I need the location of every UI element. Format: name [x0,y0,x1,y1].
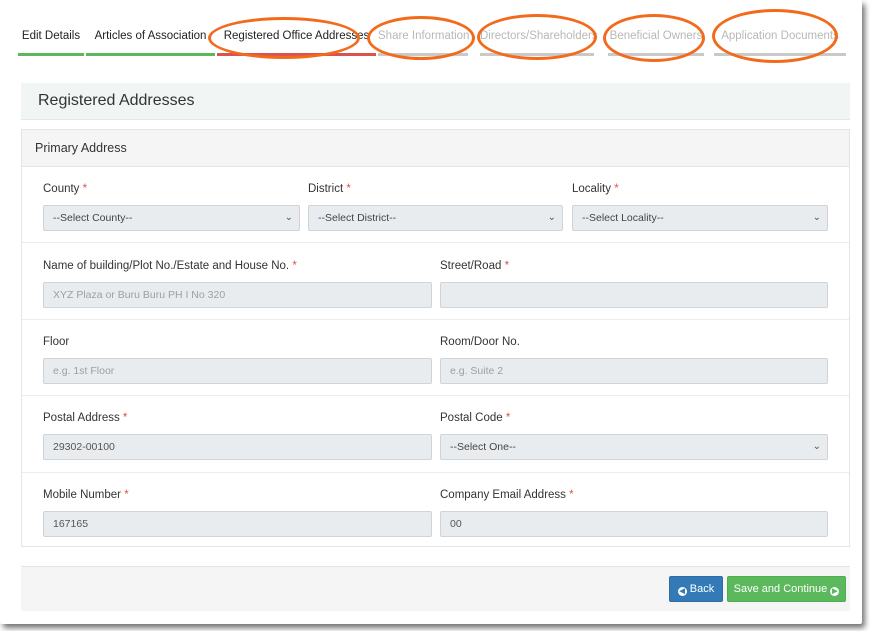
form-footer: ◀ Back Save and Continue ▶ [21,566,850,611]
building-field: Name of building/Plot No./Estate and Hou… [43,258,432,308]
email-input[interactable]: 00 [440,511,828,537]
wizard-tabs: Edit Details Articles of Association Reg… [18,22,850,56]
required-marker: * [346,183,351,195]
county-label: County [43,183,80,195]
room-field: Room/Door No. e.g. Suite 2 [440,334,828,384]
chevron-down-icon: ⌄ [812,212,821,223]
form-row: Mobile Number * 167165 Company Email Add… [22,472,849,546]
county-select[interactable]: --Select County-- ⌄ [43,205,300,231]
required-marker: * [504,260,510,272]
floor-label: Floor [43,336,70,348]
required-marker: * [122,412,128,424]
mobile-input[interactable]: 167165 [43,511,432,537]
arrow-circle-left-icon: ◀ [677,587,687,596]
room-input[interactable]: e.g. Suite 2 [440,358,828,384]
required-marker: * [614,183,619,195]
district-field: District * --Select District-- ⌄ [308,181,563,231]
form-row: Floor e.g. 1st Floor Room/Door No. e.g. … [22,319,849,396]
postal-code-label: Postal Code [440,412,503,424]
floor-input[interactable]: e.g. 1st Floor [43,358,432,384]
postal-address-input[interactable]: 29302-00100 [43,434,432,460]
floor-field: Floor e.g. 1st Floor [43,334,432,384]
postal-code-value: --Select One-- [450,441,516,453]
locality-field: Locality * --Select Locality-- ⌄ [572,181,828,231]
district-label: District [308,183,344,195]
building-label: Name of building/Plot No./Estate and Hou… [43,260,290,272]
email-label: Company Email Address [440,489,566,501]
locality-value: --Select Locality-- [582,212,664,224]
district-value: --Select District-- [318,212,397,224]
arrow-circle-right-icon: ▶ [830,587,840,596]
tab-beneficial-owners[interactable]: Beneficial Owners [608,22,704,56]
required-marker: * [569,489,574,501]
street-label: Street/Road [440,260,502,272]
page-title: Registered Addresses [38,92,195,109]
tab-edit-details[interactable]: Edit Details [18,22,84,56]
back-button[interactable]: ◀ Back [669,576,723,602]
back-button-label: Back [689,583,715,595]
form-row: County * --Select County-- ⌄ District * -… [22,166,849,243]
room-label: Room/Door No. [440,336,520,348]
form-row: Postal Address * 29302-00100 Postal Code… [22,395,849,473]
building-input[interactable]: XYZ Plaza or Buru Buru PH I No 320 [43,282,432,308]
locality-select[interactable]: --Select Locality-- ⌄ [572,205,828,231]
mobile-field: Mobile Number * 167165 [43,487,432,537]
tab-directors-shareholders[interactable]: Directors/Shareholders [480,22,598,56]
county-value: --Select County-- [53,212,133,224]
section-title: Primary Address [22,130,849,167]
tab-articles-of-association[interactable]: Articles of Association [86,22,215,56]
required-marker: * [292,260,297,272]
chevron-down-icon: ⌄ [284,212,293,223]
tab-share-information[interactable]: Share Information [378,22,469,56]
tab-registered-office-addresses[interactable]: Registered Office Addresses [217,22,376,56]
primary-address-card: Primary Address County * --Select County… [21,129,850,547]
postal-code-field: Postal Code * --Select One-- ⌄ [440,410,828,460]
mobile-label: Mobile Number [43,489,121,501]
tab-application-documents[interactable]: Application Documents [714,22,846,56]
page-header: Registered Addresses [21,83,850,120]
street-input[interactable] [440,282,828,308]
required-marker: * [124,489,129,501]
chevron-down-icon: ⌄ [547,212,556,223]
postal-code-select[interactable]: --Select One-- ⌄ [440,434,828,460]
county-field: County * --Select County-- ⌄ [43,181,300,231]
required-marker: * [82,183,88,195]
chevron-down-icon: ⌄ [812,441,821,452]
save-and-continue-button[interactable]: Save and Continue ▶ [727,576,846,602]
postal-address-label: Postal Address [43,412,120,424]
save-button-label: Save and Continue [733,583,828,595]
form-row: Name of building/Plot No./Estate and Hou… [22,242,849,320]
required-marker: * [505,412,511,424]
locality-label: Locality [572,183,611,195]
postal-address-field: Postal Address * 29302-00100 [43,410,432,460]
district-select[interactable]: --Select District-- ⌄ [308,205,563,231]
email-field: Company Email Address * 00 [440,487,828,537]
street-field: Street/Road * [440,258,828,308]
